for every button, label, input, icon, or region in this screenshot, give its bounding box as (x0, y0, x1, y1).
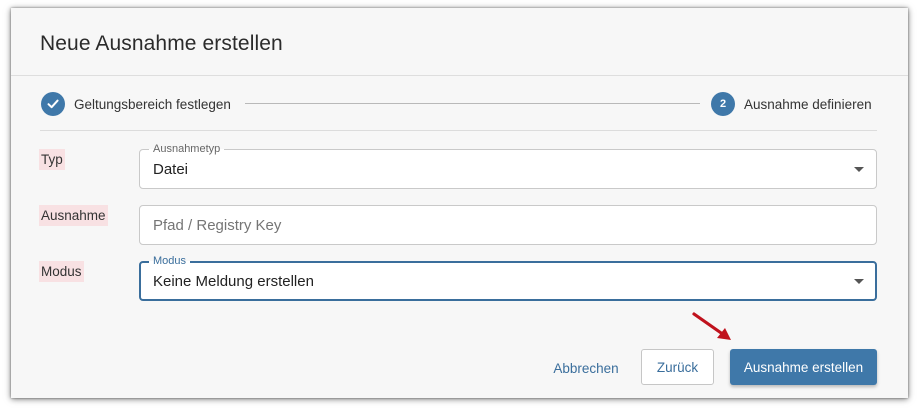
modus-select[interactable]: Modus Keine Meldung erstellen (139, 254, 877, 301)
dialog-header: Neue Ausnahme erstellen (11, 8, 908, 76)
annotation-arrow-icon (692, 312, 731, 340)
step-label: Ausnahme definieren (744, 96, 872, 112)
create-exception-button[interactable]: Ausnahme erstellen (730, 349, 877, 385)
modus-value: Keine Meldung erstellen (153, 273, 314, 290)
dialog: Neue Ausnahme erstellen Geltungsbereich … (11, 8, 908, 398)
typ-legend: Ausnahmetyp (149, 142, 225, 156)
step-label: Geltungsbereich festlegen (74, 96, 231, 112)
step-completed-circle (41, 92, 65, 116)
stepper-connector (245, 103, 700, 104)
typ-value: Datei (153, 161, 189, 178)
ausnahme-input[interactable] (153, 217, 853, 234)
cancel-button[interactable]: Abbrechen (546, 350, 626, 386)
typ-select[interactable]: Ausnahmetyp Datei (139, 142, 877, 189)
modus-label: Modus (39, 261, 84, 282)
chevron-down-icon (854, 167, 864, 172)
divider (40, 130, 877, 131)
chevron-down-icon (854, 279, 864, 284)
step-number-circle: 2 (711, 92, 735, 116)
step-geltungsbereich: Geltungsbereich festlegen (41, 92, 231, 116)
back-button[interactable]: Zurück (641, 349, 714, 385)
ausnahme-label: Ausnahme (39, 205, 108, 226)
ausnahme-field[interactable] (139, 205, 877, 245)
typ-label: Typ (39, 149, 65, 170)
modus-legend: Modus (149, 254, 191, 268)
step-ausnahme-definieren: 2 Ausnahme definieren (711, 92, 872, 116)
check-icon (47, 99, 59, 109)
dialog-title: Neue Ausnahme erstellen (40, 32, 283, 55)
